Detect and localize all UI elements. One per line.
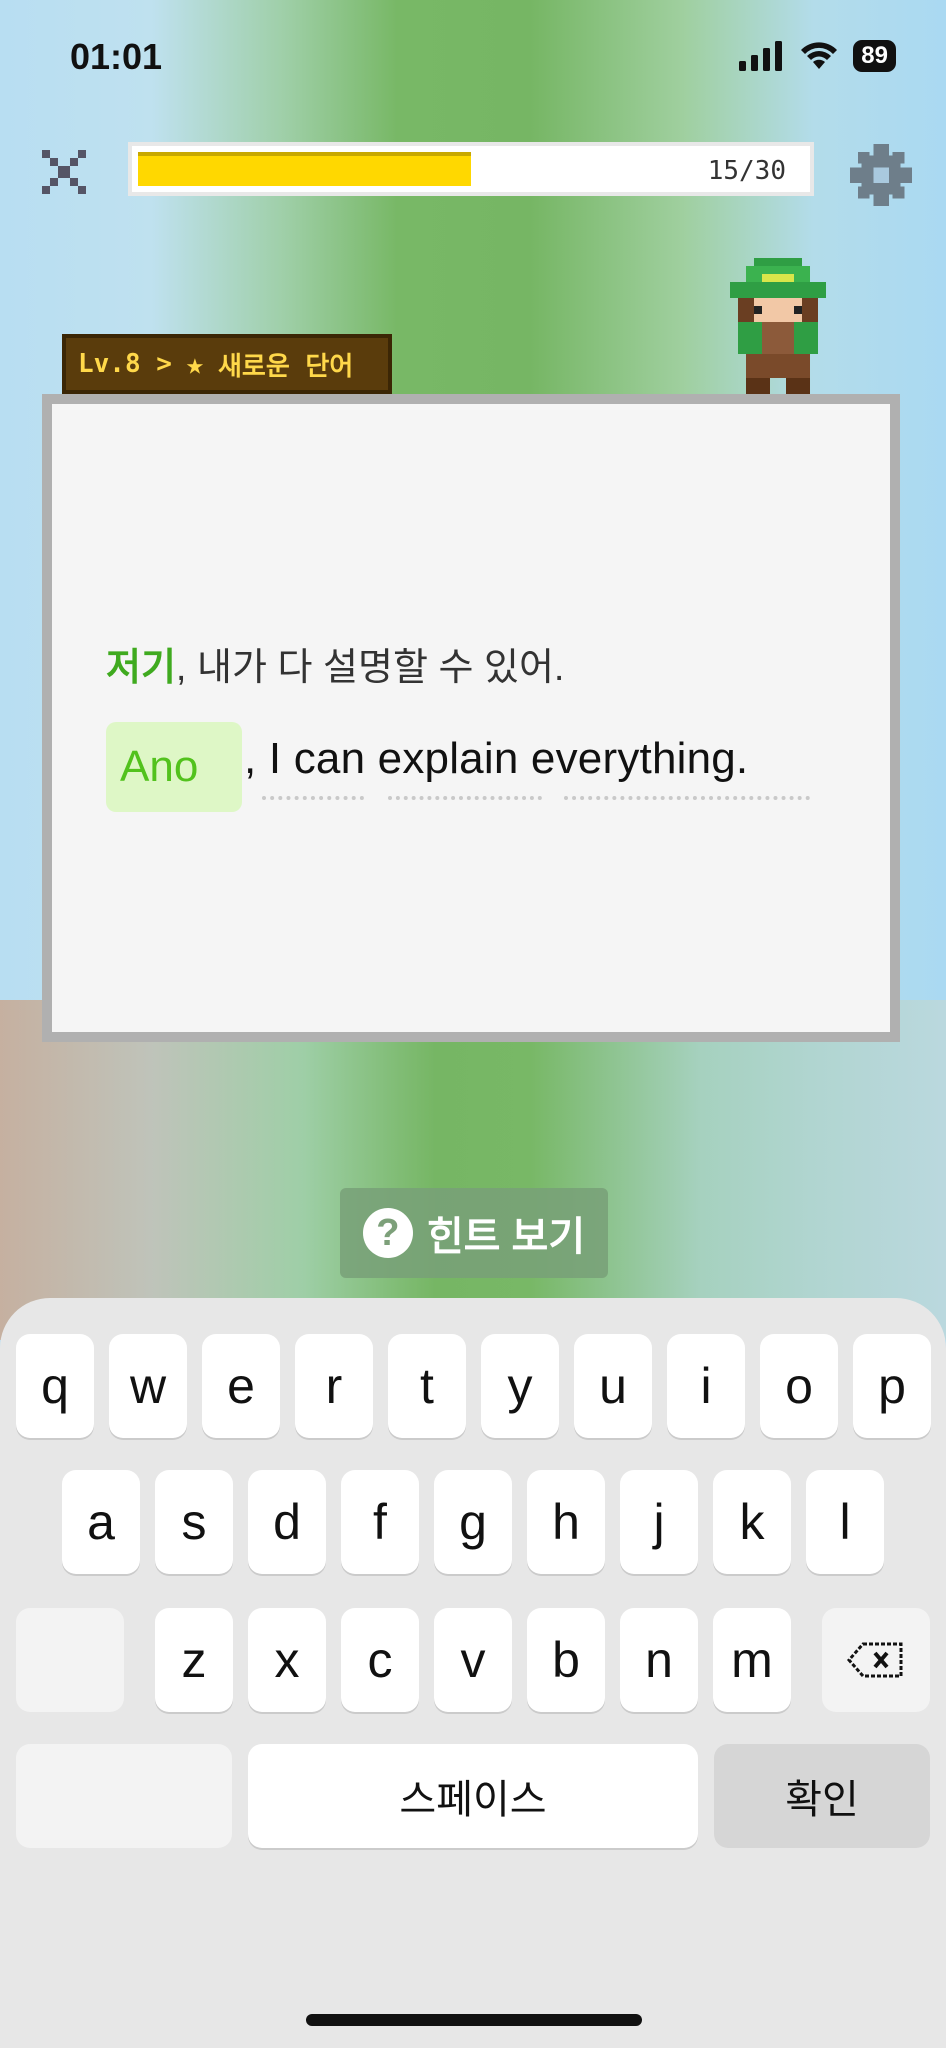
confirm-key[interactable]: 확인 bbox=[714, 1744, 930, 1848]
hint-label: 힌트 보기 bbox=[426, 1215, 586, 1259]
level-label: Lv.8 > bbox=[78, 349, 172, 379]
korean-sentence-rest: , 내가 다 설명할 수 있어. bbox=[175, 647, 565, 689]
key-n[interactable]: n bbox=[620, 1608, 698, 1712]
key-j[interactable]: j bbox=[620, 1470, 698, 1574]
korean-sentence: 저기, 내가 다 설명할 수 있어. bbox=[106, 636, 564, 691]
answer-input[interactable]: Ano bbox=[106, 722, 242, 812]
question-icon: ? bbox=[362, 1208, 413, 1258]
progress-count: 15/30 bbox=[707, 156, 786, 186]
home-indicator bbox=[306, 2014, 642, 2026]
key-w[interactable]: w bbox=[109, 1334, 187, 1438]
gear-icon[interactable] bbox=[850, 144, 912, 206]
shift-key[interactable] bbox=[16, 1608, 124, 1712]
key-m[interactable]: m bbox=[713, 1608, 791, 1712]
word-underline bbox=[564, 796, 810, 800]
word-underline bbox=[388, 796, 542, 800]
key-b[interactable]: b bbox=[527, 1608, 605, 1712]
status-time: 01:01 bbox=[70, 36, 163, 77]
key-v[interactable]: v bbox=[434, 1608, 512, 1712]
key-p[interactable]: p bbox=[853, 1334, 931, 1438]
key-c[interactable]: c bbox=[341, 1608, 419, 1712]
progress-fill bbox=[138, 152, 471, 186]
hint-button[interactable]: ? 힌트 보기 bbox=[340, 1188, 608, 1278]
english-sentence-rest: , I can explain everything. bbox=[244, 734, 749, 783]
key-i[interactable]: i bbox=[667, 1334, 745, 1438]
backspace-icon bbox=[847, 1642, 903, 1678]
word-underline bbox=[262, 796, 364, 800]
korean-target-word: 저기 bbox=[106, 647, 176, 689]
key-k[interactable]: k bbox=[713, 1470, 791, 1574]
level-title: 새로운 단어 bbox=[217, 351, 354, 382]
key-g[interactable]: g bbox=[434, 1470, 512, 1574]
level-tag: Lv.8 > ★ 새로운 단어 bbox=[62, 334, 392, 394]
mode-switch-key[interactable] bbox=[16, 1744, 232, 1848]
battery-indicator: 89 bbox=[853, 40, 896, 72]
key-s[interactable]: s bbox=[155, 1470, 233, 1574]
key-t[interactable]: t bbox=[388, 1334, 466, 1438]
status-icons: 89 bbox=[739, 40, 896, 72]
delete-key[interactable] bbox=[822, 1608, 930, 1712]
key-e[interactable]: e bbox=[202, 1334, 280, 1438]
key-u[interactable]: u bbox=[574, 1334, 652, 1438]
key-z[interactable]: z bbox=[155, 1608, 233, 1712]
character-sprite bbox=[730, 258, 826, 394]
key-h[interactable]: h bbox=[527, 1470, 605, 1574]
close-icon[interactable] bbox=[42, 150, 86, 194]
key-q[interactable]: q bbox=[16, 1334, 94, 1438]
key-l[interactable]: l bbox=[806, 1470, 884, 1574]
progress-bar: 15/30 bbox=[128, 142, 814, 196]
key-x[interactable]: x bbox=[248, 1608, 326, 1712]
sentence-card: 저기, 내가 다 설명할 수 있어. Ano , I can explain e… bbox=[42, 394, 900, 1042]
key-r[interactable]: r bbox=[295, 1334, 373, 1438]
key-a[interactable]: a bbox=[62, 1470, 140, 1574]
key-f[interactable]: f bbox=[341, 1470, 419, 1574]
wifi-icon bbox=[801, 42, 838, 69]
space-key[interactable]: 스페이스 bbox=[248, 1744, 698, 1848]
key-y[interactable]: y bbox=[481, 1334, 559, 1438]
keyboard: qwertyuiop asdfghjkl zxcvbnm 스페이스 확인 bbox=[0, 1298, 946, 2048]
star-icon: ★ bbox=[185, 346, 204, 382]
key-d[interactable]: d bbox=[248, 1470, 326, 1574]
cellular-signal-icon bbox=[739, 41, 783, 71]
background-lower bbox=[0, 1000, 946, 1340]
key-o[interactable]: o bbox=[760, 1334, 838, 1438]
